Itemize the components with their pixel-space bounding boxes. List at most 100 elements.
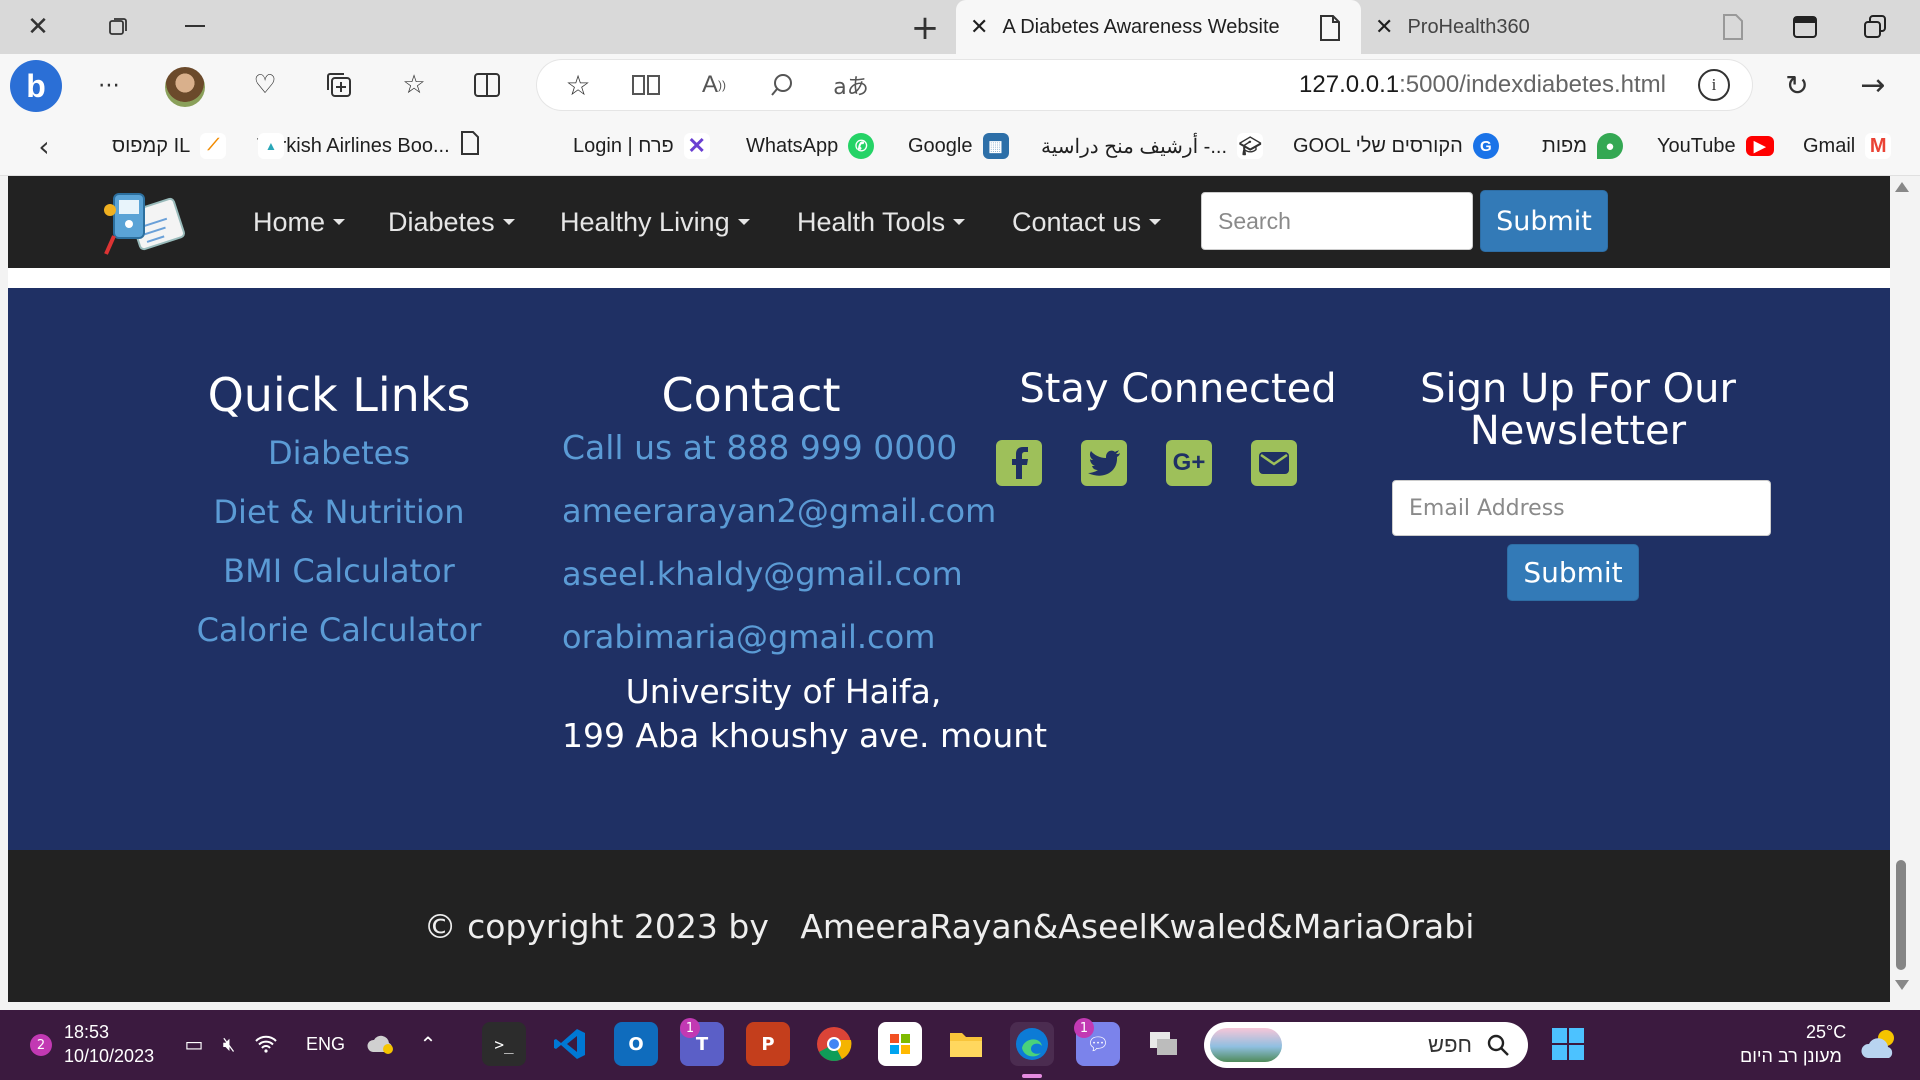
bookmark-perach[interactable]: Login | פרח ✕ bbox=[573, 116, 710, 176]
contact-email-link[interactable]: orabimaria@gmail.com bbox=[562, 618, 935, 656]
footer-link-diet-nutrition[interactable]: Diet & Nutrition bbox=[156, 493, 522, 531]
translate-icon[interactable]: aあ bbox=[831, 68, 871, 102]
site-search-input[interactable] bbox=[1201, 192, 1473, 250]
nav-healthy-living[interactable]: Healthy Living bbox=[560, 176, 750, 268]
language-indicator[interactable]: ENG bbox=[306, 1034, 345, 1055]
contact-email-link[interactable]: aseel.khaldy@gmail.com bbox=[562, 555, 963, 593]
back-icon[interactable]: ‹ bbox=[28, 130, 60, 163]
immersive-reader-icon[interactable] bbox=[629, 68, 663, 102]
bookmark-youtube[interactable]: YouTube ▶ bbox=[1657, 116, 1774, 176]
vscode-icon[interactable] bbox=[548, 1022, 592, 1066]
newsletter-title-line1: Sign Up For Our bbox=[1420, 366, 1736, 412]
chevron-up-icon[interactable]: ⌃ bbox=[406, 1022, 450, 1066]
envelope-icon[interactable] bbox=[1251, 440, 1297, 486]
bookmark-logo[interactable]: ▲ bbox=[258, 116, 288, 176]
edge-icon[interactable] bbox=[1010, 1022, 1054, 1066]
page-icon bbox=[1722, 13, 1744, 45]
read-aloud-icon[interactable]: A)) bbox=[697, 68, 731, 102]
collections-icon[interactable] bbox=[322, 68, 356, 102]
site-navbar: Home Diabetes Healthy Living Health Tool… bbox=[8, 176, 1890, 268]
terminal-icon[interactable]: >_ bbox=[482, 1022, 526, 1066]
footer-link-bmi-calculator[interactable]: BMI Calculator bbox=[156, 552, 522, 590]
taskbar-search-placeholder: חפש bbox=[1428, 1032, 1472, 1057]
taskbar-search-box[interactable]: חפש bbox=[1204, 1022, 1528, 1068]
bookmark-whatsapp[interactable]: WhatsApp ✆ bbox=[746, 116, 875, 176]
favorite-star-icon[interactable]: ☆ bbox=[561, 68, 595, 102]
site-logo[interactable] bbox=[100, 188, 192, 258]
quick-links-title: Quick Links bbox=[207, 368, 471, 422]
clock-date[interactable]: 10/10/2023 bbox=[64, 1046, 154, 1067]
file-explorer-icon[interactable] bbox=[944, 1022, 988, 1066]
contact-email-link[interactable]: ameerarayan2@gmail.com bbox=[562, 492, 996, 530]
facebook-icon[interactable] bbox=[996, 440, 1042, 486]
weather-temperature[interactable]: 25°C bbox=[1806, 1022, 1846, 1043]
new-tab-icon[interactable]: + bbox=[905, 8, 945, 48]
nav-contact-us[interactable]: Contact us bbox=[1012, 176, 1162, 268]
footer-link-calorie-calculator[interactable]: Calorie Calculator bbox=[156, 611, 522, 649]
find-icon[interactable] bbox=[765, 68, 799, 102]
nav-label: Healthy Living bbox=[560, 206, 730, 237]
close-window-icon[interactable]: ✕ bbox=[18, 10, 58, 44]
perach-icon: ✕ bbox=[683, 133, 710, 159]
outlook-icon[interactable]: O bbox=[614, 1022, 658, 1066]
address-bar[interactable]: ☆ A)) aあ 127.0.0.1:5000/indexdiabetes.ht… bbox=[537, 60, 1752, 110]
bookmark-google[interactable]: Google ▦ bbox=[908, 116, 1009, 176]
scrollbar-thumb[interactable] bbox=[1896, 860, 1906, 970]
workspaces-icon[interactable] bbox=[1858, 10, 1892, 44]
notification-badge[interactable]: 2 bbox=[30, 1034, 52, 1056]
chrome-icon[interactable] bbox=[812, 1022, 856, 1066]
chevron-down-icon bbox=[953, 219, 966, 225]
newsletter-email-input[interactable] bbox=[1392, 480, 1771, 536]
clock-time[interactable]: 18:53 bbox=[64, 1022, 109, 1043]
search-submit-button[interactable]: Submit bbox=[1480, 190, 1608, 252]
nav-diabetes[interactable]: Diabetes bbox=[388, 176, 515, 268]
task-view-icon[interactable] bbox=[1142, 1022, 1186, 1066]
health-icon[interactable]: ♡ bbox=[248, 68, 282, 102]
onedrive-icon[interactable] bbox=[358, 1022, 402, 1066]
bookmark-gool[interactable]: GOOL הקורסים שלי G bbox=[1293, 116, 1499, 176]
search-highlight-image bbox=[1210, 1028, 1282, 1062]
newsletter-submit-button[interactable]: Submit bbox=[1507, 544, 1639, 601]
bookmark-scholarships[interactable]: أرشيف منح دراسية -... 🎓︎ bbox=[1041, 116, 1264, 176]
bookmark-campus[interactable]: קמפוס IL ⟋ bbox=[112, 116, 227, 176]
restore-window-icon[interactable] bbox=[98, 10, 138, 44]
cloudy-weather-icon[interactable] bbox=[1858, 1022, 1902, 1066]
refresh-icon[interactable]: ↻ bbox=[1780, 68, 1814, 102]
avatar[interactable] bbox=[165, 67, 205, 107]
more-menu-icon[interactable]: ⋯ bbox=[92, 68, 126, 102]
twitter-icon[interactable] bbox=[1081, 440, 1127, 486]
tab-diabetes-awareness[interactable]: ✕ A Diabetes Awareness Website bbox=[956, 0, 1361, 54]
powerpoint-icon[interactable]: P bbox=[746, 1022, 790, 1066]
teams-badge: 1 bbox=[680, 1018, 700, 1038]
split-screen-icon[interactable] bbox=[470, 68, 504, 102]
nav-label: Health Tools bbox=[797, 206, 946, 237]
windows-start-icon[interactable] bbox=[1546, 1022, 1590, 1066]
site-info-icon[interactable]: i bbox=[1698, 69, 1730, 101]
nav-home[interactable]: Home bbox=[253, 176, 346, 268]
active-app-indicator bbox=[1022, 1074, 1042, 1078]
vertical-tabs-icon[interactable] bbox=[1788, 10, 1822, 44]
favorites-list-icon[interactable]: ☆ bbox=[397, 68, 431, 102]
scroll-up-icon[interactable] bbox=[1895, 182, 1909, 192]
bookmark-maps[interactable]: מפות ● bbox=[1542, 116, 1623, 176]
contact-phone[interactable]: Call us at 888 999 0000 bbox=[562, 428, 957, 467]
bookmark-gmail[interactable]: Gmail M bbox=[1803, 116, 1892, 176]
google-plus-icon[interactable]: G+ bbox=[1166, 440, 1212, 486]
store-icon[interactable] bbox=[878, 1022, 922, 1066]
forward-icon[interactable]: → bbox=[1856, 68, 1890, 103]
bing-icon[interactable]: b bbox=[10, 60, 62, 112]
campus-icon: ⟋ bbox=[200, 133, 227, 159]
tab-close-icon[interactable]: ✕ bbox=[970, 14, 988, 40]
tab-prohealth360[interactable]: ✕ ProHealth360 bbox=[1361, 0, 1691, 54]
weather-description[interactable]: מעונן רב היום bbox=[1740, 1046, 1842, 1067]
footer-link-diabetes[interactable]: Diabetes bbox=[156, 434, 522, 472]
tab-close-icon[interactable]: ✕ bbox=[1375, 14, 1393, 40]
wifi-icon[interactable] bbox=[244, 1022, 288, 1066]
nav-health-tools[interactable]: Health Tools bbox=[797, 176, 966, 268]
minimize-window-icon[interactable] bbox=[175, 10, 215, 44]
bookmark-turkish-airlines[interactable]: Turkish Airlines Boo... bbox=[257, 116, 480, 176]
url-text[interactable]: 127.0.0.1:5000/indexdiabetes.html bbox=[1299, 60, 1666, 110]
bookmark-label: Login | פרח bbox=[573, 134, 674, 157]
page-scrollbar[interactable] bbox=[1890, 176, 1912, 1002]
scroll-down-icon[interactable] bbox=[1895, 980, 1909, 990]
